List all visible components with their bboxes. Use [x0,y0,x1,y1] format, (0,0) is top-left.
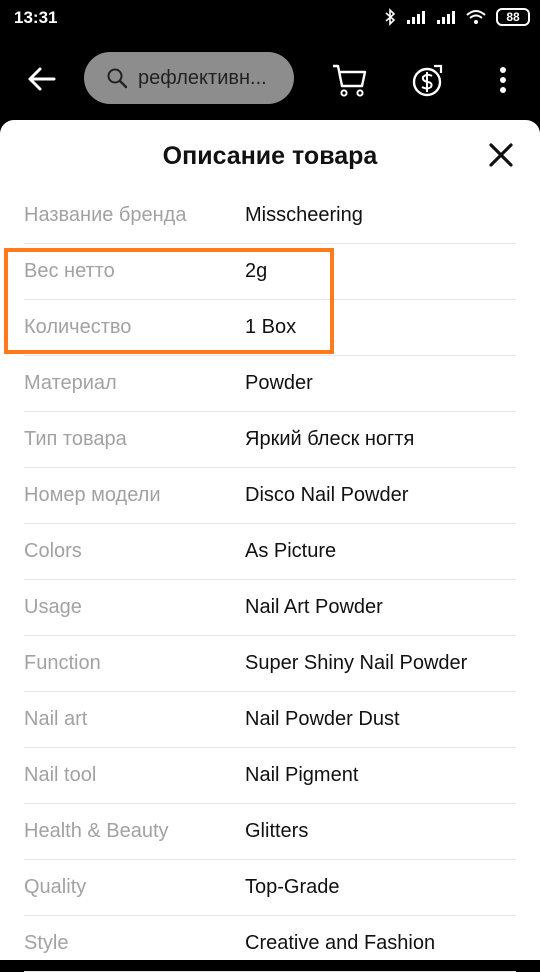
spec-label: Style [24,932,69,954]
spec-value: Яркий блеск ногтя [245,428,415,450]
spec-value: Creative and Fashion [245,932,436,954]
spec-row: Вес нетто 2g [24,244,516,300]
spec-value: Glitters [245,820,309,842]
spec-row: Количество 1 Box [24,300,516,356]
search-query-text: рефлективн... [138,66,267,89]
spec-row: Тип товара Яркий блеск ногтя [24,412,516,468]
spec-row: Function Super Shiny Nail Powder [24,636,516,692]
spec-value: Top-Grade [245,876,340,898]
spec-row: Название бренда Misscheering [24,188,516,244]
spec-row: Номер модели Disco Nail Powder [24,468,516,524]
cart-icon[interactable] [330,60,370,100]
spec-row: Материал Powder [24,356,516,412]
spec-row: Quality Top-Grade [24,860,516,916]
search-bar[interactable]: рефлективн... [84,52,294,104]
spec-label: Тип товара [24,428,127,450]
spec-label: Health & Beauty [24,820,169,842]
close-icon[interactable] [486,140,516,170]
signal-icon-2 [437,11,455,24]
spec-value: Nail Pigment [245,764,359,786]
spec-value: Nail Art Powder [245,596,383,618]
status-time: 13:31 [14,8,58,27]
spec-value: Super Shiny Nail Powder [245,652,468,674]
status-icons: 88 [384,8,530,26]
spec-label: Название бренда [24,204,187,226]
spec-value: Misscheering [245,204,363,226]
spec-row: Colors As Picture [24,524,516,580]
status-bar: 13:31 88 [0,0,540,36]
battery-indicator: 88 [496,8,530,26]
spec-value: Powder [245,372,313,394]
spec-label: Colors [24,540,82,562]
spec-value: 1 Box [245,316,297,338]
bluetooth-icon [385,8,396,26]
spec-label: Материал [24,372,117,394]
spec-row: Health & Beauty Glitters [24,804,516,860]
search-icon [107,68,128,89]
spec-label: Вес нетто [24,260,115,282]
spec-value: As Picture [245,540,337,562]
spec-row: Nail art Nail Powder Dust [24,692,516,748]
spec-label: Quality [24,876,87,898]
spec-label: Usage [24,596,82,618]
product-description-sheet: Описание товара Название бренда Misscheer… [0,120,540,972]
spec-label: Nail tool [24,764,97,786]
coin-exchange-icon[interactable] [408,60,448,100]
spec-value: Nail Powder Dust [245,708,400,730]
app-bar: рефлективн... [0,36,540,120]
spec-row: Style Creative and Fashion [24,916,516,972]
spec-value: Disco Nail Powder [245,484,409,506]
specs-list: Название бренда Misscheering Вес нетто 2g … [24,188,516,972]
sheet-title: Описание товара [162,142,378,170]
more-menu-icon[interactable] [488,60,518,100]
spec-row: Nail tool Nail Pigment [24,748,516,804]
spec-row: Usage Nail Art Powder [24,580,516,636]
spec-label: Function [24,652,101,674]
spec-value: 2g [245,260,268,282]
spec-label: Nail art [24,708,88,730]
spec-label: Номер модели [24,484,161,506]
wifi-icon [466,10,486,24]
signal-icon [407,11,425,24]
back-arrow-icon[interactable] [24,64,60,94]
spec-label: Количество [24,316,132,338]
